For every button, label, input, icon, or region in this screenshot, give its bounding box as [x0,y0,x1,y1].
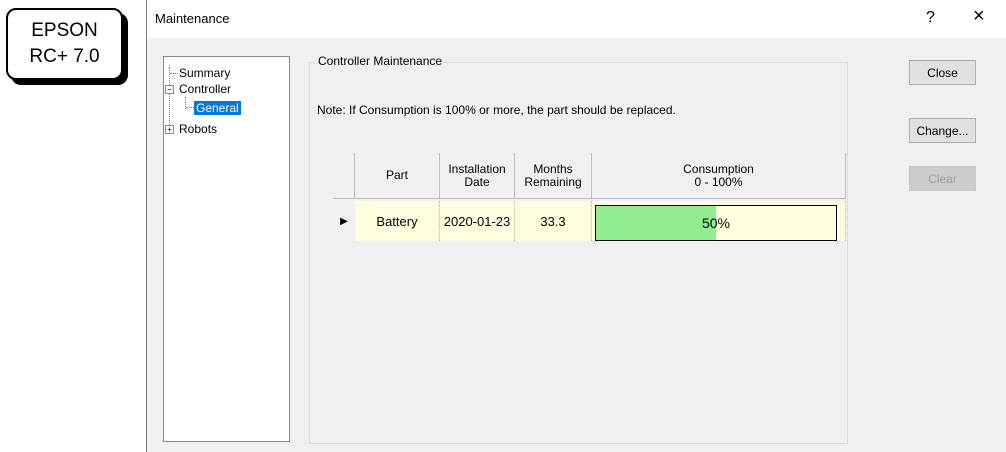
collapse-icon[interactable]: − [165,85,174,94]
column-header-part[interactable]: Part [355,153,440,199]
close-window-button[interactable]: × [973,5,985,28]
window-title: Maintenance [155,11,230,26]
expand-icon[interactable]: + [165,125,174,134]
tree-connector [169,67,170,133]
cell-part[interactable]: Battery [355,201,440,241]
tree-item-general[interactable]: General [194,100,241,116]
consumption-percent: 50% [701,215,731,231]
column-header-consumption[interactable]: Consumption 0 - 100% [592,153,846,199]
tree-connector [170,73,178,74]
tree-item-label: Summary [179,66,231,80]
consumption-progress-bar[interactable]: 50% [595,205,837,241]
tree-item-controller[interactable]: Controller [179,81,231,97]
maintenance-tree: Summary − Controller General + Robots [163,56,290,442]
tree-connector [186,107,194,108]
close-button[interactable]: Close [909,60,976,85]
logo-line-1: EPSON [31,20,98,41]
replacement-note: Note: If Consumption is 100% or more, th… [317,103,676,117]
change-button[interactable]: Change... [909,118,976,143]
row-header-corner [333,153,355,199]
clear-button[interactable]: Clear [909,166,976,191]
cell-installation-date[interactable]: 2020-01-23 [440,201,515,241]
tree-item-label: General [194,101,241,115]
tree-item-label: Robots [179,122,218,136]
column-header-months-remaining[interactable]: Months Remaining [515,153,592,199]
tree-item-robots[interactable]: Robots [179,121,217,137]
row-indicator-icon[interactable]: ▶ [333,201,355,241]
tree-item-summary[interactable]: Summary [179,65,230,81]
group-label: Controller Maintenance [315,54,446,68]
column-header-installation-date[interactable]: Installation Date [440,153,515,199]
cell-months-remaining[interactable]: 33.3 [515,201,592,241]
help-button[interactable]: ? [926,9,935,27]
logo-line-2: RC+ 7.0 [29,46,100,67]
title-bar: Maintenance ? × [147,0,1006,38]
tree-item-label: Controller [179,82,232,96]
parts-grid: Part Installation Date Months Remaining … [333,153,867,245]
maintenance-dialog: Maintenance ? × Summary − Controller Gen… [146,0,1006,452]
epson-logo: EPSON RC+ 7.0 [6,8,123,80]
controller-maintenance-group [309,62,848,444]
